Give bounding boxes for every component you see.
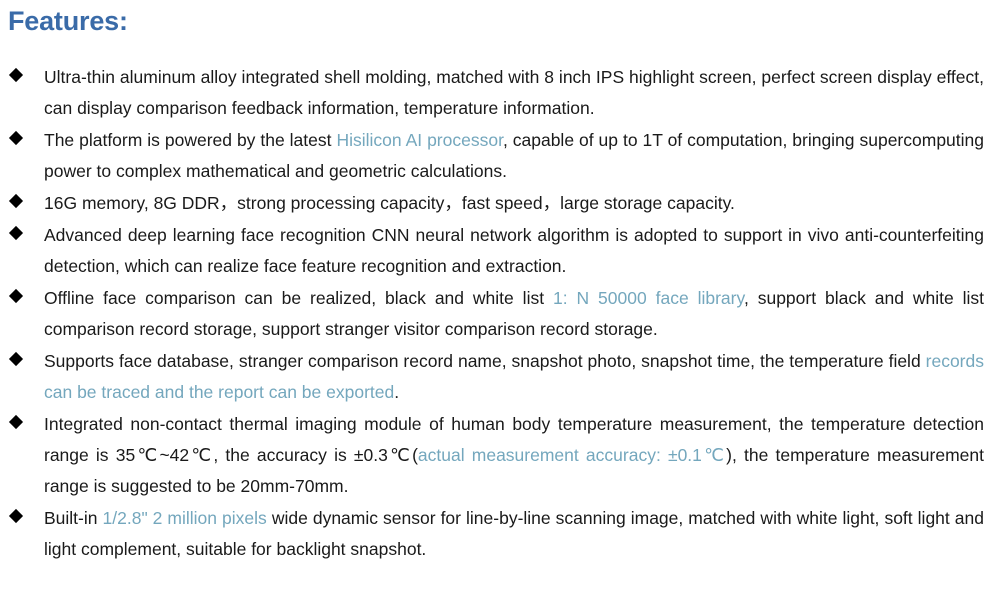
feature-bullet-text: Ultra-thin aluminum alloy integrated she… bbox=[44, 62, 984, 124]
body-text: Advanced deep learning face recognition … bbox=[44, 225, 984, 276]
body-text: The platform is powered by the latest bbox=[44, 130, 337, 150]
diamond-bullet-icon bbox=[8, 351, 24, 367]
feature-bullet-face-database-records: Supports face database, stranger compari… bbox=[0, 346, 998, 408]
body-text: Built-in bbox=[44, 508, 103, 528]
highlighted-term: actual measurement accuracy: ±0.1℃ bbox=[417, 445, 727, 465]
diamond-bullet-icon bbox=[8, 508, 24, 524]
body-text: 16G memory, 8G DDR，strong processing cap… bbox=[44, 193, 462, 213]
body-text: large storage capacity. bbox=[560, 193, 735, 213]
page-title: Features: bbox=[8, 6, 128, 36]
body-text: . bbox=[394, 382, 400, 402]
diamond-bullet-icon bbox=[8, 193, 24, 209]
feature-bullet-text: Supports face database, stranger compari… bbox=[44, 346, 984, 408]
diamond-bullet-icon bbox=[8, 288, 24, 304]
diamond-bullet-icon bbox=[8, 130, 24, 146]
feature-bullet-hisilicon-platform: The platform is powered by the latest Hi… bbox=[0, 125, 998, 187]
feature-bullet-text: The platform is powered by the latest Hi… bbox=[44, 125, 984, 187]
feature-bullet-ultra-thin-shell: Ultra-thin aluminum alloy integrated she… bbox=[0, 62, 998, 124]
body-text: Offline face comparison can be realized,… bbox=[44, 288, 553, 308]
body-text: Supports face database, stranger compari… bbox=[44, 351, 926, 371]
highlighted-term: 1: N 50000 face library bbox=[552, 288, 744, 308]
features-bullet-list: Ultra-thin aluminum alloy integrated she… bbox=[0, 62, 998, 565]
feature-bullet-text: Offline face comparison can be realized,… bbox=[44, 283, 984, 345]
feature-bullet-memory-spec: 16G memory, 8G DDR，strong processing cap… bbox=[0, 188, 998, 219]
feature-bullet-built-in-sensor: Built-in 1/2.8" 2 million pixels wide dy… bbox=[0, 503, 998, 565]
features-page: Features: Ultra-thin aluminum alloy inte… bbox=[0, 0, 998, 606]
body-text: fast speed， bbox=[461, 193, 561, 213]
diamond-bullet-icon bbox=[8, 67, 24, 83]
feature-bullet-text: Integrated non-contact thermal imaging m… bbox=[44, 409, 984, 502]
feature-bullet-offline-face-comparison: Offline face comparison can be realized,… bbox=[0, 283, 998, 345]
feature-bullet-text: 16G memory, 8G DDR，strong processing cap… bbox=[44, 188, 984, 219]
feature-bullet-thermal-imaging-module: Integrated non-contact thermal imaging m… bbox=[0, 409, 998, 502]
feature-bullet-text: Built-in 1/2.8" 2 million pixels wide dy… bbox=[44, 503, 984, 565]
highlighted-term: 1/2.8" 2 million pixels bbox=[102, 508, 267, 528]
feature-bullet-cnn-face-recognition: Advanced deep learning face recognition … bbox=[0, 220, 998, 282]
diamond-bullet-icon bbox=[8, 414, 24, 430]
body-text: Ultra-thin aluminum alloy integrated she… bbox=[44, 67, 984, 118]
feature-bullet-text: Advanced deep learning face recognition … bbox=[44, 220, 984, 282]
diamond-bullet-icon bbox=[8, 225, 24, 241]
highlighted-term: Hisilicon AI processor bbox=[336, 130, 503, 150]
